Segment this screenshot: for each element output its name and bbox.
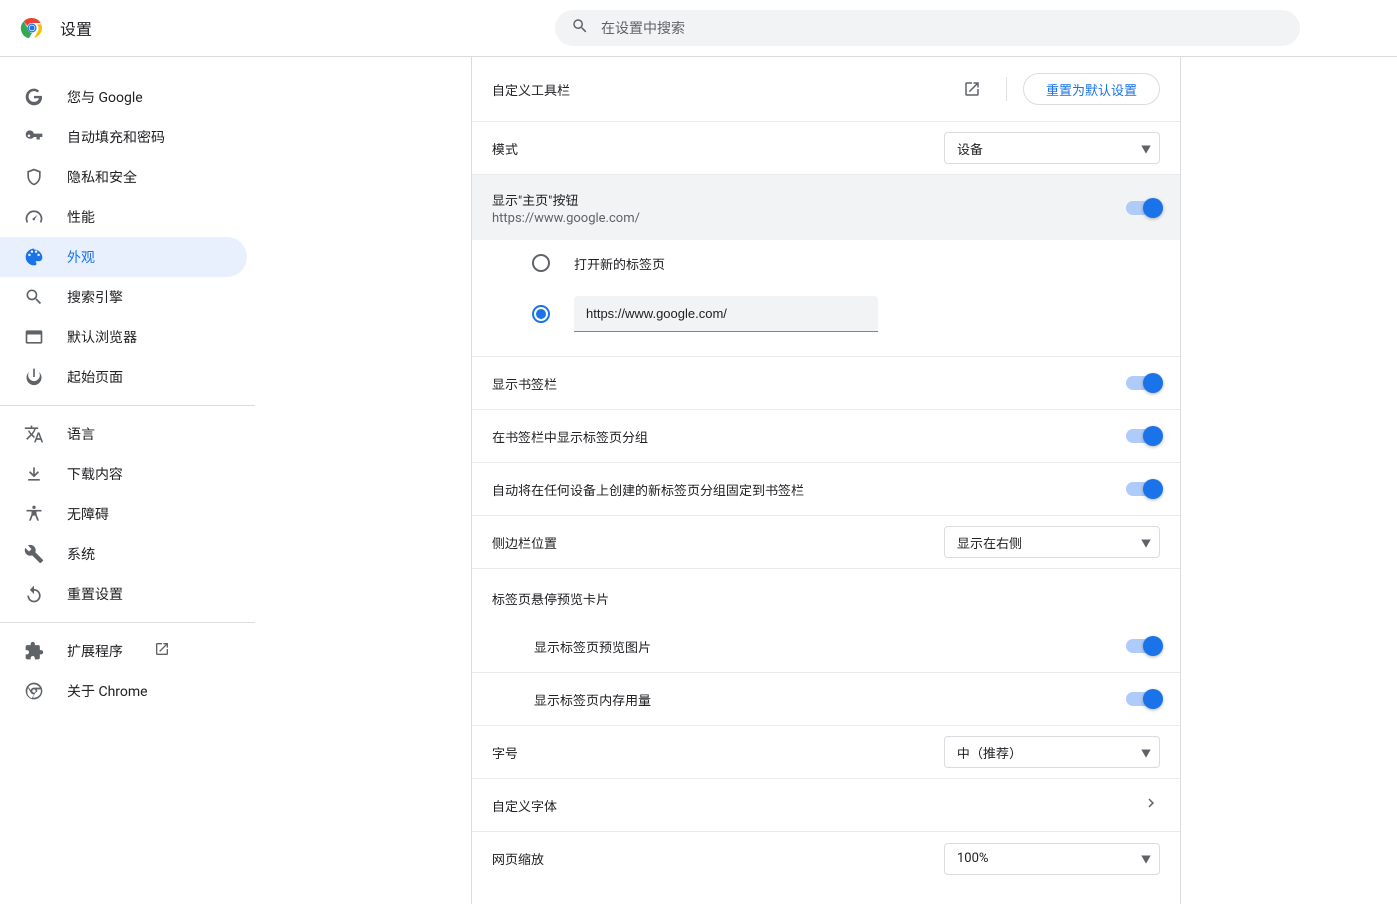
sidebar-item-downloads[interactable]: 下载内容 (0, 454, 247, 494)
sidebar-item-about[interactable]: 关于 Chrome (0, 671, 247, 711)
sidebar-item-default-browser[interactable]: 默认浏览器 (0, 317, 247, 357)
translate-icon (24, 424, 44, 444)
reset-icon (24, 584, 44, 604)
reset-default-button[interactable]: 重置为默认设置 (1023, 73, 1160, 105)
divider (1006, 77, 1007, 101)
browser-icon (24, 327, 44, 347)
home-url-input[interactable] (586, 306, 866, 321)
sidebar-item-accessibility[interactable]: 无障碍 (0, 494, 247, 534)
auto-pin-label: 自动将在任何设备上创建的新标签页分组固定到书签栏 (492, 480, 804, 499)
search-input[interactable] (601, 20, 1284, 36)
sidebar-item-label: 下载内容 (67, 464, 123, 484)
download-icon (24, 464, 44, 484)
key-icon (24, 127, 44, 147)
auto-pin-toggle[interactable] (1126, 482, 1160, 496)
open-external-icon (154, 641, 170, 661)
mode-dropdown[interactable]: 设备 ▼ (944, 132, 1160, 164)
sidepanel-dropdown[interactable]: 显示在右侧 ▼ (944, 526, 1160, 558)
home-button-toggle[interactable] (1126, 201, 1160, 215)
dropdown-value: 中（推荐） (957, 743, 1022, 762)
home-radio-newtab[interactable] (532, 254, 550, 272)
sidebar-item-autofill[interactable]: 自动填充和密码 (0, 117, 247, 157)
wrench-icon (24, 544, 44, 564)
sidebar-item-label: 默认浏览器 (67, 327, 137, 347)
home-url-input-wrap[interactable] (574, 296, 878, 332)
dropdown-value: 显示在右侧 (957, 533, 1022, 552)
accessibility-icon (24, 504, 44, 524)
home-button-label: 显示"主页"按钮 (492, 190, 640, 209)
settings-content: 自定义工具栏 重置为默认设置 模式 设备 ▼ 显示"主页"按钮 (471, 57, 1181, 904)
gauge-icon (24, 207, 44, 227)
sidebar-item-label: 外观 (67, 247, 95, 267)
sidebar-item-label: 系统 (67, 544, 95, 564)
palette-icon (24, 247, 44, 267)
dropdown-value: 设备 (957, 139, 983, 158)
chrome-outline-icon (24, 681, 44, 701)
sidebar-item-performance[interactable]: 性能 (0, 197, 247, 237)
chevron-down-icon: ▼ (1141, 745, 1151, 760)
search-icon (571, 17, 589, 39)
search-icon (24, 287, 44, 307)
sidebar-item-label: 关于 Chrome (67, 681, 148, 701)
home-radio-newtab-label: 打开新的标签页 (574, 254, 665, 273)
dropdown-value: 100% (957, 851, 988, 866)
sidebar-item-languages[interactable]: 语言 (0, 414, 247, 454)
topbar: 设置 (0, 0, 1397, 57)
sidebar-item-label: 无障碍 (67, 504, 109, 524)
google-g-icon (24, 87, 44, 107)
hover-preview-toggle[interactable] (1126, 639, 1160, 653)
shield-icon (24, 167, 44, 187)
sidebar-item-search-engine[interactable]: 搜索引擎 (0, 277, 247, 317)
sidebar-item-system[interactable]: 系统 (0, 534, 247, 574)
sidebar-item-label: 语言 (67, 424, 95, 444)
home-radio-custom[interactable] (532, 305, 550, 323)
font-size-dropdown[interactable]: 中（推荐） ▼ (944, 736, 1160, 768)
chevron-right-icon (1142, 794, 1160, 816)
sidepanel-label: 侧边栏位置 (492, 533, 557, 552)
sidebar-item-extensions[interactable]: 扩展程序 (0, 631, 247, 671)
extension-icon (24, 641, 44, 661)
tab-groups-toggle[interactable] (1126, 429, 1160, 443)
font-size-label: 字号 (492, 743, 518, 762)
hover-memory-label: 显示标签页内存用量 (534, 690, 651, 709)
sidebar-item-reset[interactable]: 重置设置 (0, 574, 247, 614)
mode-label: 模式 (492, 139, 518, 158)
search-box[interactable] (555, 10, 1300, 46)
sidebar-item-appearance[interactable]: 外观 (0, 237, 247, 277)
custom-fonts-row[interactable]: 自定义字体 (472, 779, 1180, 832)
sidebar-item-privacy[interactable]: 隐私和安全 (0, 157, 247, 197)
sidebar-item-label: 您与 Google (67, 87, 143, 107)
home-button-sublabel: https://www.google.com/ (492, 211, 640, 226)
bookmarks-bar-label: 显示书签栏 (492, 374, 557, 393)
bookmarks-bar-toggle[interactable] (1126, 376, 1160, 390)
sidebar-item-label: 性能 (67, 207, 95, 227)
custom-fonts-label: 自定义字体 (492, 796, 557, 815)
nav-separator (0, 405, 255, 406)
sidebar-item-label: 自动填充和密码 (67, 127, 165, 147)
sidebar: 您与 Google 自动填充和密码 隐私和安全 性能 外观 搜索引擎 默认浏览器 (0, 57, 255, 904)
hover-section-label: 标签页悬停预览卡片 (472, 569, 1180, 620)
sidebar-item-label: 起始页面 (67, 367, 123, 387)
page-title: 设置 (60, 16, 92, 40)
page-zoom-label: 网页缩放 (492, 849, 544, 868)
sidebar-item-you-and-google[interactable]: 您与 Google (0, 77, 247, 117)
page-zoom-dropdown[interactable]: 100% ▼ (944, 843, 1160, 875)
power-icon (24, 367, 44, 387)
sidebar-item-label: 扩展程序 (67, 641, 123, 661)
hover-memory-toggle[interactable] (1126, 692, 1160, 706)
chevron-down-icon: ▼ (1141, 851, 1151, 866)
sidebar-item-label: 重置设置 (67, 584, 123, 604)
open-toolbar-button[interactable] (954, 71, 990, 107)
sidebar-item-label: 搜索引擎 (67, 287, 123, 307)
sidebar-item-on-startup[interactable]: 起始页面 (0, 357, 247, 397)
sidebar-item-label: 隐私和安全 (67, 167, 137, 187)
tab-groups-label: 在书签栏中显示标签页分组 (492, 427, 648, 446)
chrome-logo-icon (20, 16, 44, 40)
nav-separator (0, 622, 255, 623)
chevron-down-icon: ▼ (1141, 141, 1151, 156)
custom-toolbar-label: 自定义工具栏 (492, 80, 570, 99)
chevron-down-icon: ▼ (1141, 535, 1151, 550)
hover-preview-label: 显示标签页预览图片 (534, 637, 651, 656)
